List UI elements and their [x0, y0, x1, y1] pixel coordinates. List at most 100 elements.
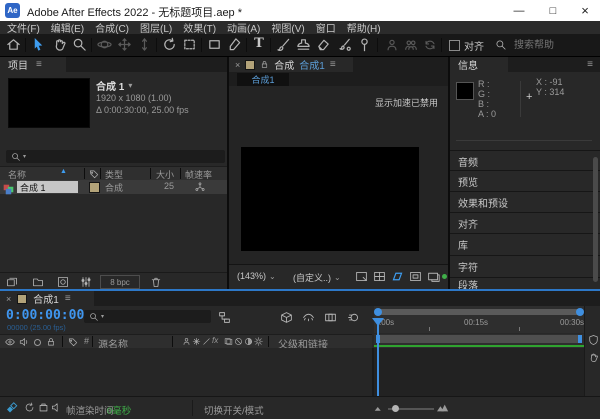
text-tool-icon[interactable]: T	[252, 36, 266, 52]
panel-menu-icon[interactable]: ≡	[330, 59, 335, 70]
tab-project[interactable]: 项目 ≡	[0, 57, 66, 72]
adjustment-switch-icon[interactable]	[244, 337, 253, 346]
frame-blend-switch-icon[interactable]	[224, 337, 233, 346]
comp-canvas[interactable]	[241, 147, 419, 251]
tab-timeline-comp1[interactable]: × 合成1 ≡	[0, 291, 94, 306]
dropdown-arrow-icon[interactable]: ▾	[23, 153, 26, 160]
index-column[interactable]: #	[84, 336, 89, 346]
dropdown-arrow-icon[interactable]: ▾	[128, 81, 132, 90]
home-icon[interactable]	[6, 37, 21, 52]
panel-menu-icon[interactable]: ≡	[587, 59, 592, 70]
minimize-button[interactable]: —	[503, 0, 535, 21]
align-toggle[interactable]: 对齐	[449, 38, 484, 53]
timeline-search-box[interactable]: ▾	[84, 310, 211, 323]
roto-brush-tool-icon[interactable]	[337, 37, 352, 52]
lock-icon[interactable]	[260, 60, 269, 69]
hand-tool-icon[interactable]	[52, 37, 67, 52]
close-tab-icon[interactable]: ×	[235, 60, 240, 70]
label-column-icon[interactable]	[68, 337, 78, 347]
trash-icon[interactable]	[150, 276, 162, 288]
navigator-end-handle[interactable]	[576, 308, 584, 316]
fx-switch-icon[interactable]: fx	[212, 336, 218, 345]
playhead-handle[interactable]	[372, 318, 384, 326]
panel-menu-icon[interactable]: ≡	[36, 59, 41, 70]
project-row-comp1[interactable]: 合成 1 合成 25	[0, 180, 227, 194]
lock-icon[interactable]	[46, 337, 56, 347]
time-ruler[interactable]: :00s 00:15s 00:30s	[374, 306, 584, 333]
close-button[interactable]: ×	[570, 0, 600, 21]
panel-preview[interactable]: 预览	[450, 170, 600, 191]
align-checkbox[interactable]	[449, 40, 460, 51]
panel-menu-icon[interactable]: ≡	[65, 293, 70, 304]
menu-item-effect[interactable]: 效果(T)	[183, 20, 216, 35]
layer-track-area[interactable]	[374, 348, 584, 396]
panel-character[interactable]: 字符	[450, 255, 600, 277]
panel-align[interactable]: 对齐	[450, 212, 600, 233]
work-area-bar[interactable]	[376, 335, 582, 343]
current-timecode[interactable]: 0:00:00:00	[6, 308, 84, 323]
composition-nesting-icon[interactable]	[5, 402, 18, 414]
menu-item-edit[interactable]: 编辑(E)	[51, 20, 84, 35]
magnification-dropdown[interactable]: (143%) ⌄	[237, 271, 276, 281]
motion-blur-icon[interactable]	[347, 311, 360, 324]
viewer-tab-comp1[interactable]: 合成1	[237, 73, 289, 86]
interpret-footage-icon[interactable]	[6, 276, 18, 288]
solo-icon[interactable]	[34, 339, 41, 346]
menu-item-layer[interactable]: 图层(L)	[140, 20, 172, 35]
project-row-name-cell[interactable]: 合成 1	[17, 181, 78, 193]
shy-layers-icon[interactable]	[302, 311, 315, 324]
threed-switch-icon[interactable]	[254, 337, 263, 346]
zoom-out-mountain-icon[interactable]	[374, 405, 383, 412]
video-eye-icon[interactable]	[5, 337, 15, 347]
snapshot-icon[interactable]	[427, 270, 440, 283]
menu-item-animation[interactable]: 动画(A)	[227, 20, 260, 35]
draft-3d-icon[interactable]	[280, 311, 293, 324]
shy-switch-icon[interactable]	[182, 337, 191, 346]
tab-composition[interactable]: × 合成 合成1 ≡	[229, 57, 353, 72]
dolly-camera-tool-icon[interactable]	[137, 37, 152, 52]
panel-libraries[interactable]: 库	[450, 233, 600, 255]
menu-item-help[interactable]: 帮助(H)	[347, 20, 381, 35]
playhead-line[interactable]	[377, 318, 379, 396]
new-folder-icon[interactable]	[32, 276, 44, 288]
shield-icon[interactable]	[588, 334, 599, 346]
help-search[interactable]	[495, 37, 595, 53]
close-tab-icon[interactable]: ×	[6, 294, 11, 304]
collapse-switch-icon[interactable]	[192, 337, 201, 346]
eraser-tool-icon[interactable]	[316, 37, 331, 52]
transparency-grid-icon[interactable]	[409, 270, 422, 283]
pan-camera-tool-icon[interactable]	[117, 37, 132, 52]
label-color-swatch[interactable]	[89, 182, 100, 193]
toggle-switches-modes-button[interactable]: 切换开关/模式	[204, 403, 264, 417]
time-navigator-bar[interactable]	[376, 309, 582, 315]
navigator-start-handle[interactable]	[374, 308, 382, 316]
region-of-interest-icon[interactable]	[391, 270, 404, 283]
dropdown-arrow-icon[interactable]: ▾	[101, 313, 104, 320]
right-scrollbar[interactable]	[593, 157, 598, 282]
grid-guides-icon[interactable]	[355, 270, 368, 283]
audio-mute-icon[interactable]	[51, 402, 62, 413]
menu-item-view[interactable]: 视图(V)	[271, 20, 304, 35]
resolution-dropdown[interactable]: (自定义..) ⌄	[293, 271, 341, 284]
zoom-in-mountain-icon[interactable]	[437, 403, 449, 413]
selection-tool-icon[interactable]	[31, 37, 46, 57]
maximize-button[interactable]: □	[537, 0, 569, 21]
tab-info[interactable]: 信息	[450, 57, 508, 72]
sort-ascending-icon[interactable]: ▲	[60, 168, 67, 175]
motion-blur-switch-icon[interactable]	[234, 337, 243, 346]
project-settings-icon[interactable]	[80, 276, 92, 288]
project-search-box[interactable]: ▾	[6, 150, 225, 163]
clone-stamp-tool-icon[interactable]	[296, 37, 311, 52]
timeline-zoom-knob[interactable]	[392, 405, 399, 412]
puppet-pin-tool-icon[interactable]	[357, 37, 372, 52]
label-column-icon[interactable]	[89, 169, 99, 179]
layer-list-area[interactable]	[0, 348, 372, 396]
orbit-camera-tool-icon[interactable]	[97, 37, 112, 52]
mask-visibility-icon[interactable]	[373, 270, 386, 283]
quality-switch-icon[interactable]	[202, 337, 211, 346]
panel-effects-presets[interactable]: 效果和预设	[450, 191, 600, 212]
panel-audio[interactable]: 音频	[450, 150, 600, 171]
help-search-input[interactable]	[512, 39, 594, 52]
menu-item-window[interactable]: 窗口	[316, 20, 336, 35]
live-update-icon[interactable]	[24, 402, 35, 413]
